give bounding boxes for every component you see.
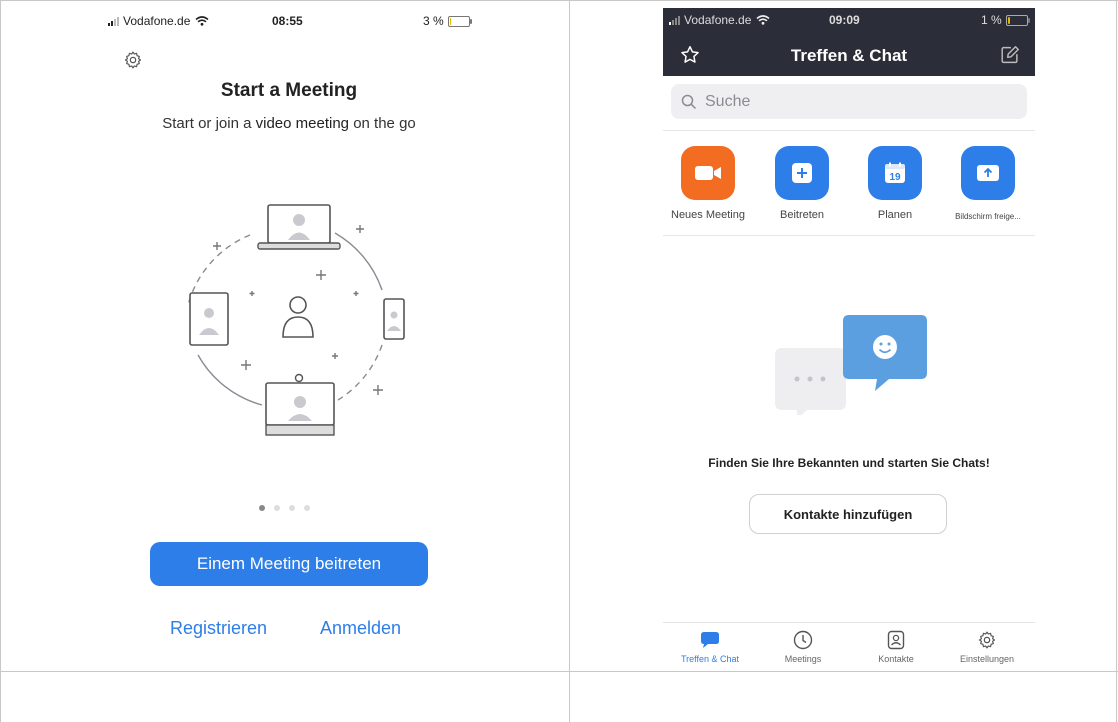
header-title: Treffen & Chat — [790, 46, 908, 65]
grid-line-row — [0, 671, 1118, 672]
empty-state-text: Finden Sie Ihre Bekannten und starten Si… — [663, 456, 1035, 470]
tab-label: Einstellungen — [959, 654, 1015, 664]
battery-icon — [1005, 14, 1030, 26]
schedule-button[interactable]: 19 — [868, 146, 922, 200]
share-screen-button[interactable] — [961, 146, 1015, 200]
wifi-icon — [195, 16, 209, 26]
tab-contacts[interactable]: Kontakte — [856, 629, 936, 664]
search-placeholder: Suche — [705, 92, 751, 110]
left-screenshot: Vodafone.de 08:55 3 % Start a Meeting St… — [10, 0, 568, 670]
grid-line-left — [0, 0, 1, 722]
join-action[interactable]: Beitreten — [757, 146, 847, 221]
join-meeting-button[interactable]: Einem Meeting beitreten — [150, 542, 428, 586]
carrier-label: Vodafone.de — [123, 14, 191, 28]
status-bar-left: Vodafone.de — [108, 13, 209, 29]
login-link[interactable]: Anmelden — [320, 618, 401, 639]
grid-line-middle — [569, 0, 570, 722]
gear-icon[interactable] — [123, 50, 143, 70]
join-button[interactable] — [775, 146, 829, 200]
tab-bar: Treffen & Chat Meetings Kontakte Einstel… — [663, 622, 1035, 671]
tab-settings[interactable]: Einstellungen — [947, 629, 1027, 664]
page-dot[interactable] — [274, 505, 280, 511]
carrier-label: Vodafone.de — [684, 13, 752, 27]
grid-line-right — [1116, 0, 1117, 722]
signal-icon — [669, 15, 680, 25]
action-label: Bildschirm freige... — [955, 212, 1021, 221]
calendar-icon: 19 — [885, 162, 905, 183]
right-screenshot: Vodafone.de 09:09 1 % Treffen & Chat Suc… — [663, 0, 1035, 670]
page-subtitle: Start or join a video meeting on the go — [10, 115, 568, 132]
action-label: Planen — [877, 209, 913, 221]
status-battery-left: 3 % — [423, 13, 472, 29]
clock-icon — [793, 630, 813, 650]
page-dot[interactable] — [304, 505, 310, 511]
divider — [663, 235, 1035, 236]
time-label: 08:55 — [272, 14, 303, 28]
gear-icon — [978, 631, 996, 649]
empty-text-bold: Finden Sie Ihre Bekannten — [708, 456, 859, 470]
contact-card-icon — [887, 630, 905, 650]
add-contacts-button[interactable]: Kontakte hinzufügen — [749, 494, 947, 534]
new-meeting-button[interactable] — [681, 146, 735, 200]
subtitle-suffix: on the go — [349, 115, 416, 132]
battery-icon — [447, 15, 472, 27]
video-camera-icon — [695, 166, 721, 180]
schedule-action[interactable]: 19 Planen — [850, 146, 940, 221]
new-meeting-action[interactable]: Neues Meeting — [663, 146, 753, 221]
empty-text-rest: und starten Sie Chats! — [859, 456, 990, 470]
calendar-day: 19 — [889, 172, 901, 183]
battery-label: 1 % — [981, 13, 1002, 27]
chat-illustration — [775, 315, 927, 415]
register-link[interactable]: Registrieren — [170, 618, 267, 639]
status-battery-right: 1 % — [981, 12, 1030, 28]
share-screen-icon — [977, 165, 999, 181]
page-dot[interactable] — [289, 505, 295, 511]
plus-icon — [792, 163, 812, 183]
status-time-left: 08:55 — [272, 13, 303, 29]
divider — [663, 130, 1035, 131]
status-bar-right: Vodafone.de — [669, 12, 770, 28]
search-input[interactable]: Suche — [671, 84, 1027, 119]
tab-meetings[interactable]: Meetings — [763, 629, 843, 664]
action-label: Beitreten — [779, 209, 825, 221]
tab-meet-chat[interactable]: Treffen & Chat — [670, 629, 750, 664]
share-screen-action[interactable]: Bildschirm freige... — [943, 146, 1033, 221]
tab-label: Meetings — [784, 654, 822, 664]
wifi-icon — [756, 15, 770, 25]
top-header: Vodafone.de 09:09 1 % Treffen & Chat — [663, 8, 1035, 76]
page-dot[interactable] — [259, 505, 265, 511]
subtitle-bold: video meeting — [255, 115, 350, 132]
tab-label: Treffen & Chat — [680, 654, 740, 664]
subtitle-prefix: Start or join a — [162, 115, 256, 132]
signal-icon — [108, 16, 119, 26]
search-icon — [681, 94, 697, 109]
status-time-right: 09:09 — [829, 12, 860, 28]
page-title: Start a Meeting — [220, 80, 358, 101]
compose-icon[interactable] — [999, 44, 1021, 66]
page-indicator[interactable] — [259, 505, 310, 511]
tab-label: Kontakte — [878, 654, 914, 664]
time-label: 09:09 — [829, 13, 860, 27]
battery-label: 3 % — [423, 14, 444, 28]
meeting-illustration — [187, 204, 405, 436]
chat-bubble-icon — [701, 632, 719, 648]
action-label: Neues Meeting — [671, 209, 745, 221]
